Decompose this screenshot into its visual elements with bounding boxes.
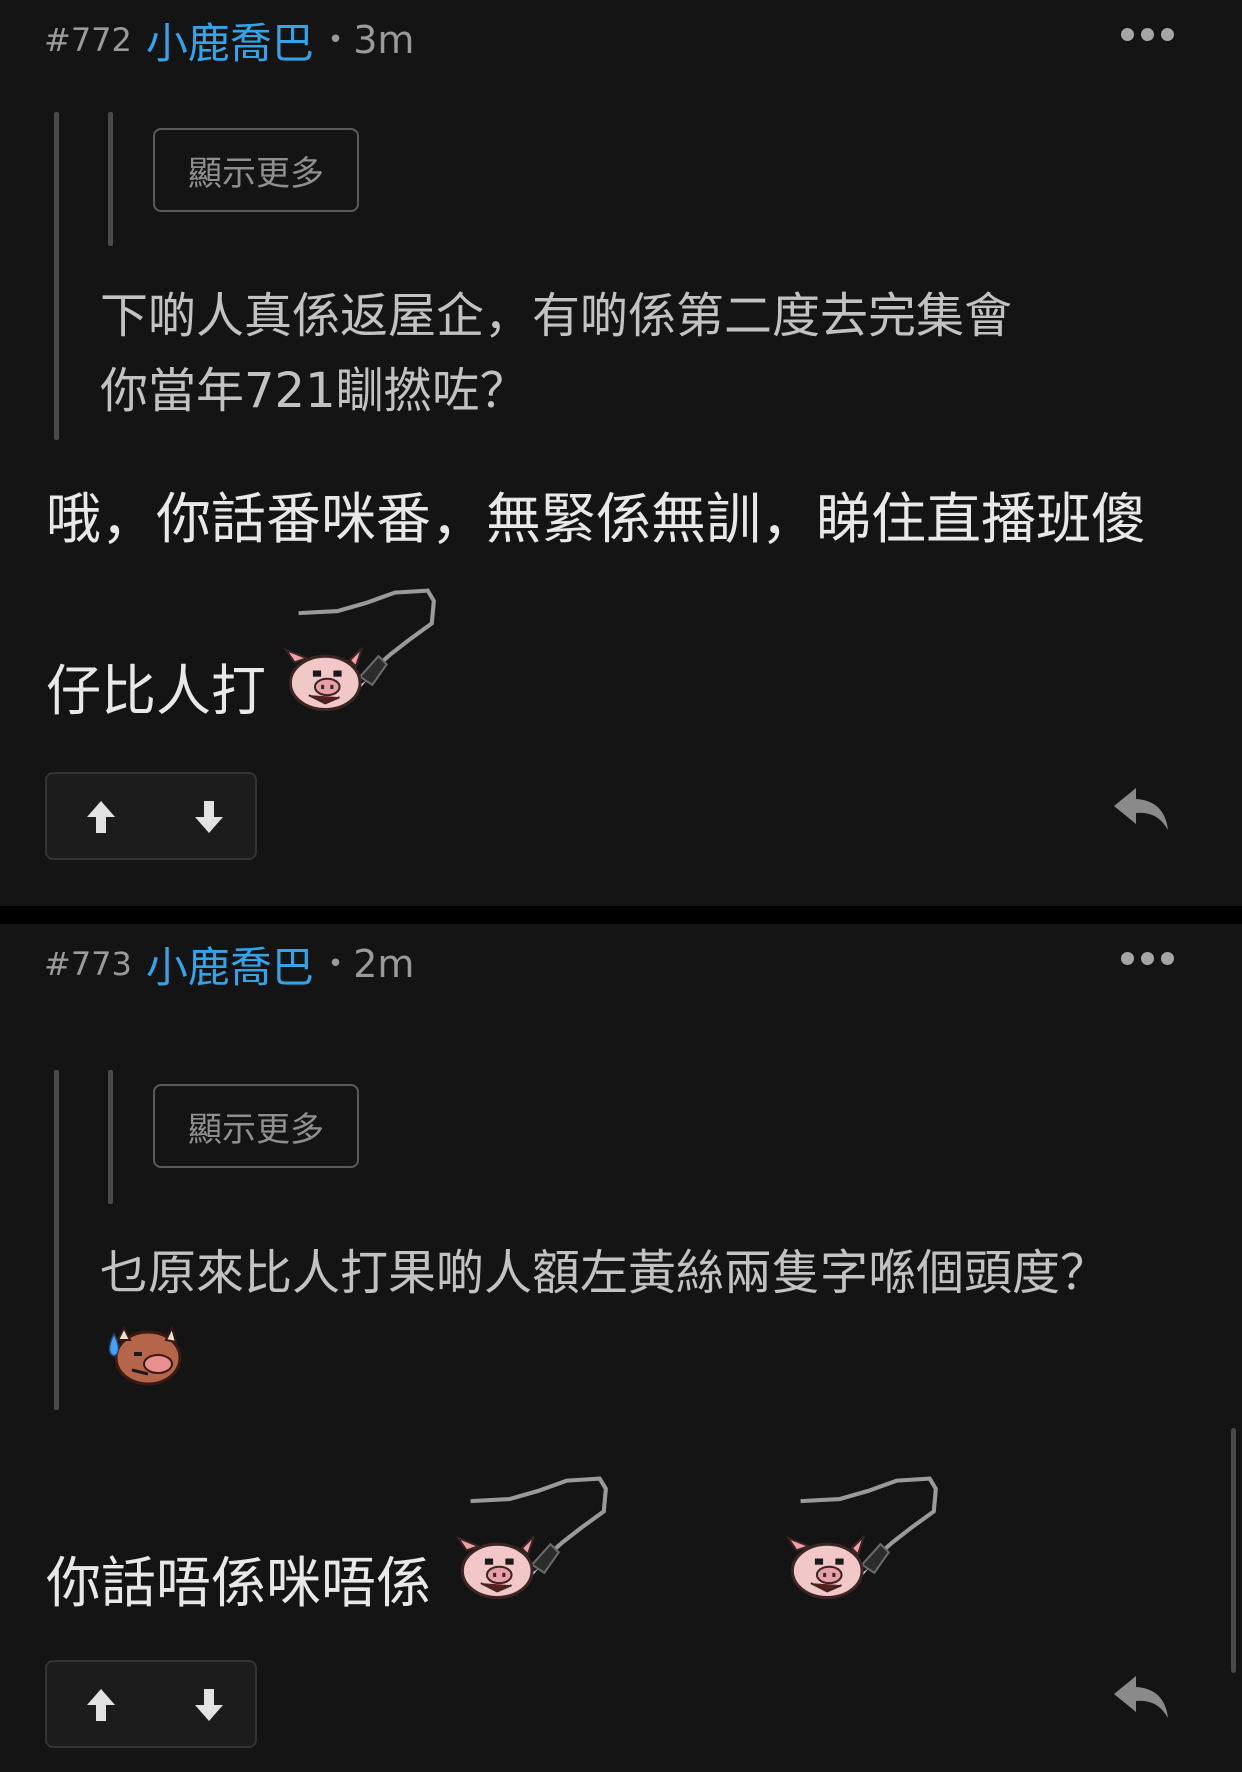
pig-whip-icon xyxy=(276,582,440,716)
username-link[interactable]: 小鹿喬巴 xyxy=(146,934,314,995)
pig-whip-icon xyxy=(448,1470,612,1604)
pig-whip-icon xyxy=(778,1470,942,1604)
post-separator xyxy=(0,906,1242,924)
post-number: #773 xyxy=(44,945,132,983)
vote-box xyxy=(45,1660,257,1748)
username-link[interactable]: 小鹿喬巴 xyxy=(146,10,314,71)
reply-button[interactable] xyxy=(1112,1672,1172,1722)
quote-line: 下啲人真係返屋企，有啲係第二度去完集會 xyxy=(100,288,1013,344)
upvote-button[interactable] xyxy=(79,794,123,840)
separator-dot: • xyxy=(327,949,344,979)
sweating-face-icon xyxy=(104,1318,184,1388)
quote-line: 乜原來比人打果啲人額左黃絲兩隻字喺個頭度？ xyxy=(100,1245,1109,1301)
quote-bar-inner xyxy=(108,112,113,246)
quote-bar-inner xyxy=(108,1070,113,1204)
comment-body-line: 仔比人打 xyxy=(46,659,267,723)
timestamp: 2m xyxy=(353,942,415,986)
reply-icon xyxy=(1114,788,1168,830)
separator-dot: • xyxy=(327,25,344,55)
timestamp: 3m xyxy=(353,18,415,62)
comment-773: #773 小鹿喬巴 • 2m 顯示更多 乜原來比人打果啲人額左黃絲兩隻字喺個頭度… xyxy=(0,924,1242,1772)
quote-bar-outer xyxy=(54,112,59,440)
more-options-icon[interactable] xyxy=(1121,28,1174,41)
quote-bar-outer xyxy=(54,1070,59,1410)
quote-line: 你當年721瞓撚咗？ xyxy=(100,363,528,419)
show-more-button[interactable]: 顯示更多 xyxy=(153,1084,359,1168)
reply-icon xyxy=(1114,1676,1168,1718)
comment-body-line: 你話唔係咪唔係 xyxy=(46,1551,432,1615)
scrollbar[interactable] xyxy=(1231,1428,1236,1673)
arrow-up-icon xyxy=(87,801,115,833)
comment-header: #772 小鹿喬巴 • 3m xyxy=(44,18,415,68)
show-more-button[interactable]: 顯示更多 xyxy=(153,128,359,212)
arrow-up-icon xyxy=(87,1689,115,1721)
arrow-down-icon xyxy=(195,801,223,833)
downvote-button[interactable] xyxy=(187,794,231,840)
vote-box xyxy=(45,772,257,860)
more-options-icon[interactable] xyxy=(1121,952,1174,965)
reply-button[interactable] xyxy=(1112,784,1172,834)
upvote-button[interactable] xyxy=(79,1682,123,1728)
downvote-button[interactable] xyxy=(187,1682,231,1728)
comment-body-line: 哦，你話番咪番，無緊係無訓，睇住直播班傻 xyxy=(46,487,1147,551)
arrow-down-icon xyxy=(195,1689,223,1721)
post-number: #772 xyxy=(44,21,132,59)
comment-772: #772 小鹿喬巴 • 3m 顯示更多 下啲人真係返屋企，有啲係第二度去完集會 … xyxy=(0,0,1242,906)
comment-header: #773 小鹿喬巴 • 2m xyxy=(44,942,415,992)
